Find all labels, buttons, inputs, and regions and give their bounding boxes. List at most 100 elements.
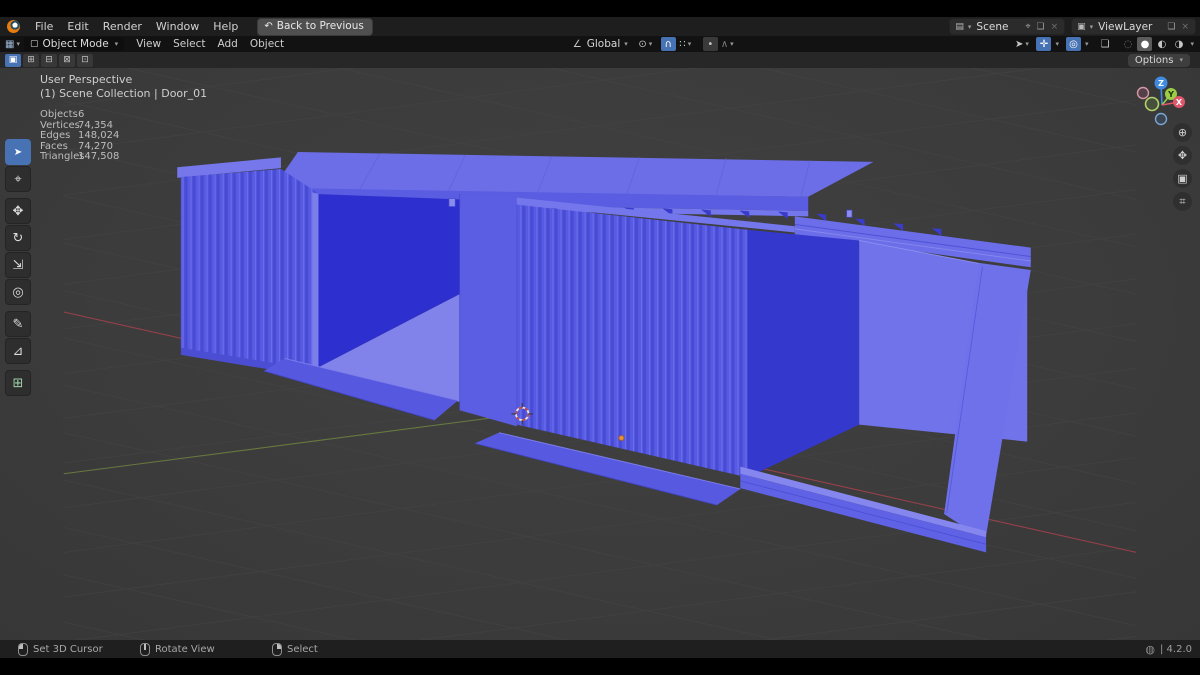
left-mouse-icon bbox=[18, 643, 28, 656]
model-door-jamb bbox=[312, 192, 319, 370]
chevron-down-icon: ▾ bbox=[114, 40, 119, 48]
gizmo-z-label: Z bbox=[1158, 79, 1164, 88]
tool-shelf: ➤ ⌖ ✥ ↻ ⇲ ◎ ✎ ⊿ ⊞ bbox=[5, 139, 31, 396]
shading-solid-icon[interactable]: ● bbox=[1137, 37, 1153, 51]
menu-file[interactable]: File bbox=[28, 20, 60, 33]
object-visibility-filter-icon[interactable]: ➤ ▾ bbox=[1014, 37, 1029, 51]
status-bar: Set 3D Cursor Rotate View Select ◍ | 4.2… bbox=[0, 640, 1200, 658]
camera-view-button[interactable]: ▣ bbox=[1173, 169, 1192, 188]
select-mode-invert[interactable]: ⊠ bbox=[59, 53, 75, 67]
options-dropdown[interactable]: Options ▾ bbox=[1127, 53, 1190, 67]
menu-view[interactable]: View bbox=[130, 38, 167, 50]
gizmo-axis-x-neg[interactable] bbox=[1136, 86, 1150, 100]
hint-label: Select bbox=[287, 644, 318, 655]
pan-hand-icon: ✥ bbox=[1177, 149, 1188, 162]
view-layer-name: ViewLayer bbox=[1098, 20, 1153, 33]
pivot-point-icon[interactable]: ⊙ ▾ bbox=[638, 37, 653, 51]
transform-orientation-dropdown[interactable]: Global bbox=[587, 38, 621, 50]
back-to-previous-button[interactable]: ↶ Back to Previous bbox=[257, 17, 373, 36]
select-mode-new[interactable]: ▣ bbox=[5, 53, 21, 67]
toggle-projection-button[interactable]: ⌗ bbox=[1173, 192, 1192, 211]
snap-target-icon[interactable]: ∷ ▾ bbox=[678, 37, 693, 51]
show-gizmo-icon[interactable]: ✛ bbox=[1036, 37, 1052, 51]
mode-selector[interactable]: ▢ Object Mode ▾ bbox=[24, 37, 125, 51]
shading-rendered-icon[interactable]: ◑ bbox=[1171, 37, 1186, 51]
remove-view-layer-icon[interactable]: × bbox=[1178, 22, 1192, 32]
network-status-icon[interactable]: ◍ bbox=[1145, 643, 1155, 656]
tool-annotate[interactable]: ✎ bbox=[5, 311, 31, 337]
stat-label: Triangles bbox=[40, 151, 85, 163]
transform-orientation-icon: ∠ bbox=[572, 38, 582, 50]
snap-toggle-magnet-icon[interactable]: ∩ bbox=[660, 37, 676, 51]
menu-edit[interactable]: Edit bbox=[60, 20, 95, 33]
stat-value: 147,508 bbox=[78, 151, 120, 163]
hint-label: Rotate View bbox=[155, 644, 215, 655]
object-mode-icon: ▢ bbox=[30, 39, 39, 49]
zoom-icon: ⊕ bbox=[1177, 126, 1188, 139]
view-layer-selector[interactable]: ▣ ▾ ViewLayer ❏ × bbox=[1071, 18, 1196, 35]
middle-mouse-icon bbox=[140, 643, 150, 656]
pan-button[interactable]: ✥ bbox=[1173, 146, 1192, 165]
scene-selector[interactable]: ▤ ▾ Scene ⌖ ❏ × bbox=[949, 18, 1066, 35]
editor-type-icon[interactable]: ▦ ▾ bbox=[5, 37, 20, 51]
tool-measure[interactable]: ⊿ bbox=[5, 338, 31, 364]
object-origin-dot bbox=[618, 435, 625, 441]
tool-cursor[interactable]: ⌖ bbox=[5, 166, 31, 192]
new-scene-icon[interactable]: ❏ bbox=[1034, 22, 1048, 32]
zoom-button[interactable]: ⊕ bbox=[1173, 123, 1192, 142]
menu-add[interactable]: Add bbox=[212, 38, 244, 50]
measure-icon: ⊿ bbox=[12, 343, 24, 359]
version-area: ◍ | 4.2.0 bbox=[1145, 643, 1192, 656]
model-pillar bbox=[459, 194, 517, 427]
gizmo-x-label: X bbox=[1176, 98, 1183, 107]
shading-wireframe-icon[interactable]: ◌ bbox=[1120, 37, 1135, 51]
menu-select[interactable]: Select bbox=[167, 38, 211, 50]
tool-add-cube[interactable]: ⊞ bbox=[5, 370, 31, 396]
toggle-xray-icon[interactable]: ❏ bbox=[1097, 37, 1112, 51]
rotate-icon: ↻ bbox=[12, 230, 24, 246]
menu-render[interactable]: Render bbox=[96, 20, 149, 33]
select-mode-extend[interactable]: ⊞ bbox=[23, 53, 39, 67]
status-hint-rotate-view: Rotate View bbox=[140, 643, 215, 656]
projection-label: User Perspective bbox=[40, 73, 133, 86]
scene-icon: ▤ bbox=[955, 21, 964, 32]
menu-object[interactable]: Object bbox=[244, 38, 290, 50]
tool-rotate[interactable]: ↻ bbox=[5, 225, 31, 251]
scale-icon: ⇲ bbox=[12, 257, 24, 273]
shading-material-icon[interactable]: ◐ bbox=[1154, 37, 1169, 51]
chevron-down-icon: ▾ bbox=[1190, 40, 1194, 48]
tool-move[interactable]: ✥ bbox=[5, 198, 31, 224]
model-right-wall bbox=[516, 204, 748, 478]
move-icon: ✥ bbox=[12, 203, 24, 219]
y-axis-line bbox=[63, 413, 523, 475]
proportional-falloff-icon[interactable]: ∧ ▾ bbox=[720, 37, 735, 51]
chevron-down-icon: ▾ bbox=[624, 40, 628, 48]
tool-scale[interactable]: ⇲ bbox=[5, 252, 31, 278]
add-cube-icon: ⊞ bbox=[12, 375, 24, 391]
new-view-layer-icon[interactable]: ❏ bbox=[1164, 22, 1178, 32]
3d-viewport[interactable]: ➤ ⌖ ✥ ↻ ⇲ ◎ ✎ ⊿ ⊞ User Perspective (1) S… bbox=[0, 68, 1200, 640]
viewport-info-overlay: User Perspective (1) Scene Collection | … bbox=[40, 73, 207, 163]
unlink-scene-icon[interactable]: × bbox=[1048, 22, 1062, 32]
model-right-interior bbox=[747, 229, 860, 478]
options-label: Options bbox=[1134, 54, 1174, 66]
gizmo-axis-z-neg[interactable] bbox=[1154, 112, 1168, 126]
select-mode-intersect[interactable]: ⊡ bbox=[77, 53, 93, 67]
transform-icon: ◎ bbox=[12, 284, 24, 300]
select-mode-subtract[interactable]: ⊟ bbox=[41, 53, 57, 67]
scene-object-door-01[interactable] bbox=[177, 152, 1031, 553]
tool-transform[interactable]: ◎ bbox=[5, 279, 31, 305]
show-overlays-icon[interactable]: ◎ bbox=[1065, 37, 1081, 51]
menu-window[interactable]: Window bbox=[149, 20, 206, 33]
proportional-editing-icon[interactable]: • bbox=[702, 37, 718, 51]
cursor-icon: ⌖ bbox=[14, 171, 22, 187]
menu-help[interactable]: Help bbox=[206, 20, 245, 33]
tool-select-box[interactable]: ➤ bbox=[5, 139, 31, 165]
gizmo-axis-y-neg[interactable] bbox=[1144, 96, 1160, 112]
tool-settings-bar: ▣ ⊞ ⊟ ⊠ ⊡ Options ▾ bbox=[0, 52, 1200, 68]
gizmo-y-label: Y bbox=[1167, 90, 1174, 99]
version-label: | 4.2.0 bbox=[1160, 644, 1192, 655]
pin-icon[interactable]: ⌖ bbox=[1022, 22, 1033, 32]
chevron-down-icon: ▾ bbox=[1089, 22, 1094, 31]
blender-logo-icon[interactable] bbox=[7, 20, 20, 33]
